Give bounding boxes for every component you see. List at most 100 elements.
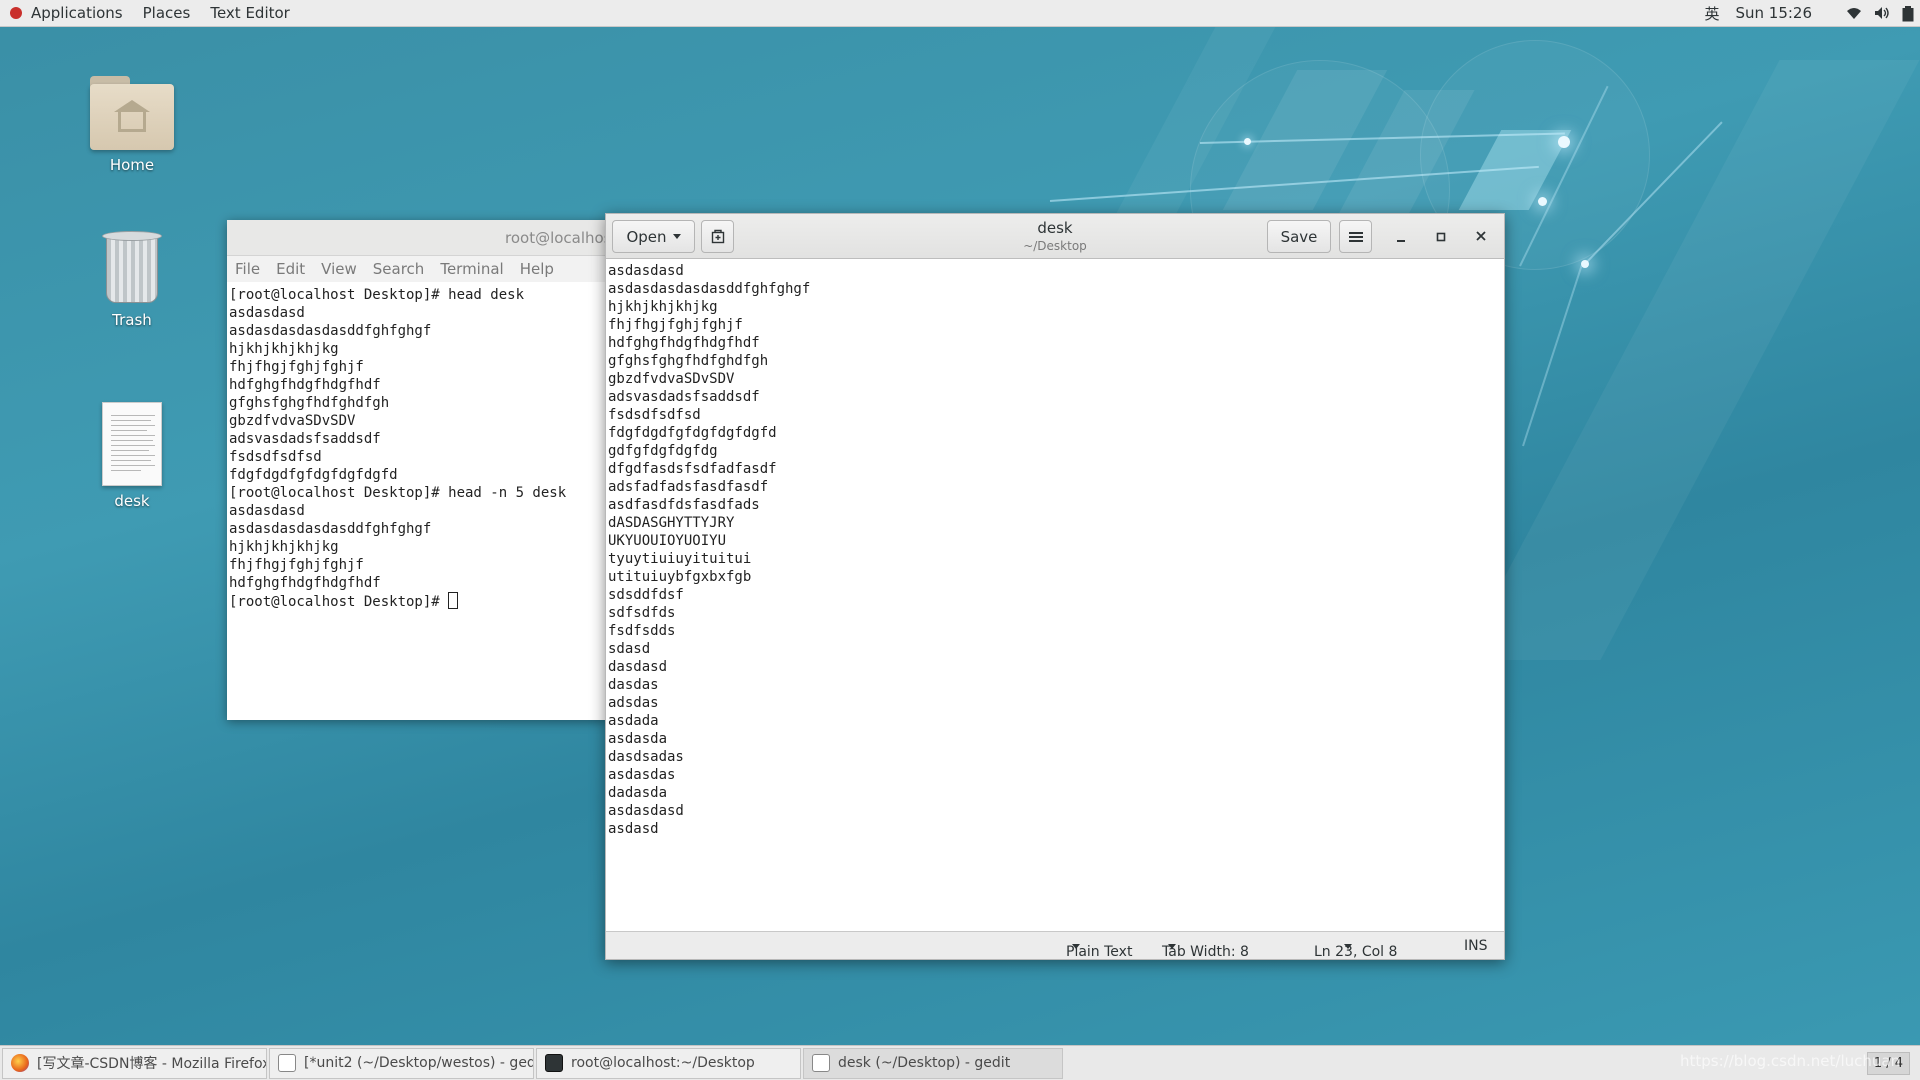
- editor-line: fdgfdgdfgfdgfdgfdgfd: [608, 425, 777, 441]
- editor-line: utituiuybfgxbxfgb: [608, 569, 752, 585]
- desktop-file-label: desk: [114, 492, 150, 510]
- terminal-menu-view[interactable]: View: [321, 260, 357, 278]
- editor-line: asdasdasd: [608, 803, 684, 819]
- terminal-line: fdgfdgdfgfdgfdgfdgfd: [229, 467, 398, 483]
- trash-icon: [100, 225, 164, 305]
- close-button[interactable]: [1469, 225, 1493, 249]
- terminal-line: [root@localhost Desktop]# head desk: [229, 287, 525, 303]
- desktop-trash-label: Trash: [112, 311, 152, 329]
- terminal-menu-edit[interactable]: Edit: [276, 260, 305, 278]
- text-editor-label: Text Editor: [210, 4, 290, 22]
- gedit-text-area[interactable]: asdasdasd asdasdasdasdasddfghfghgf hjkhj…: [606, 260, 1504, 931]
- minimize-button[interactable]: [1389, 225, 1413, 249]
- terminal-line: asdasdasdasdasddfghfghgf: [229, 521, 432, 537]
- applications-menu[interactable]: Applications: [0, 0, 133, 26]
- firefox-icon: [11, 1054, 29, 1072]
- terminal-menu-terminal[interactable]: Terminal: [440, 260, 503, 278]
- editor-line: gdfgfdgfdgfdg: [608, 443, 718, 459]
- editor-line: UKYUOUIOYUOIYU: [608, 533, 727, 549]
- gedit-statusbar: Plain Text Tab Width: 8 Ln 23, Col 8 INS: [606, 931, 1504, 960]
- terminal-window[interactable]: root@localhost File Edit View Search Ter…: [227, 220, 607, 720]
- volume-icon[interactable]: [1866, 6, 1889, 20]
- task-gedit-unit2[interactable]: [*unit2 (~/Desktop/westos) - gedit]: [269, 1047, 534, 1079]
- save-button-label: Save: [1280, 227, 1318, 246]
- task-terminal[interactable]: root@localhost:~/Desktop: [536, 1047, 801, 1079]
- editor-line: dasdsadas: [608, 749, 684, 765]
- gedit-window[interactable]: Open desk ~/Desktop Save asdasdasd asdas…: [605, 213, 1505, 960]
- chevron-down-icon: [1344, 944, 1352, 949]
- hamburger-menu-button[interactable]: [1339, 220, 1372, 253]
- insert-mode-indicator: INS: [1464, 938, 1488, 954]
- editor-line: asdada: [608, 713, 659, 729]
- terminal-line: adsvasdadsfsaddsdf: [229, 431, 381, 447]
- terminal-menu-search[interactable]: Search: [373, 260, 425, 278]
- gedit-headerbar[interactable]: Open desk ~/Desktop Save: [606, 214, 1504, 259]
- task-firefox[interactable]: [写文章-CSDN博客 - Mozilla Firefox]: [2, 1047, 267, 1079]
- clock[interactable]: Sun 15:26: [1727, 4, 1832, 22]
- terminal-line: gfghsfghgfhdfghdfgh: [229, 395, 390, 411]
- editor-line: sdsddfdsf: [608, 587, 684, 603]
- terminal-line: hjkhjkhjkhjkg: [229, 539, 339, 555]
- redhat-icon: [10, 7, 22, 19]
- applications-label: Applications: [31, 4, 123, 22]
- terminal-cursor: [448, 592, 459, 609]
- text-file-icon: [102, 402, 162, 486]
- taskbar: [写文章-CSDN博客 - Mozilla Firefox] [*unit2 (…: [0, 1045, 1920, 1080]
- terminal-icon: [545, 1054, 563, 1072]
- text-editor-menu[interactable]: Text Editor: [200, 0, 300, 26]
- editor-line: fhjfhgjfghjfghjf: [608, 317, 743, 333]
- editor-line: dasdasd: [608, 659, 668, 675]
- save-button[interactable]: Save: [1267, 220, 1331, 253]
- editor-line: dASDASGHYTTYJRY: [608, 515, 735, 531]
- task-gedit-desk[interactable]: desk (~/Desktop) - gedit: [803, 1047, 1063, 1079]
- terminal-titlebar[interactable]: root@localhost: [227, 220, 607, 256]
- watermark: https://blog.csdn.net/luchuan: [1680, 1052, 1901, 1070]
- editor-line: asdasd: [608, 821, 659, 837]
- terminal-output[interactable]: [root@localhost Desktop]# head desk asda…: [227, 282, 607, 615]
- terminal-line: fsdsdfsdfsd: [229, 449, 322, 465]
- terminal-line: asdasdasd: [229, 503, 305, 519]
- wifi-icon[interactable]: [1838, 6, 1861, 20]
- task-label: [*unit2 (~/Desktop/westos) - gedit]: [304, 1055, 534, 1071]
- terminal-line: asdasdasdasdasddfghfghgf: [229, 323, 432, 339]
- editor-line: fsdfsdds: [608, 623, 676, 639]
- desktop-trash[interactable]: Trash: [77, 225, 187, 329]
- chevron-down-icon: [1168, 944, 1176, 949]
- editor-line: gbzdfvdvaSDvSDV: [608, 371, 735, 387]
- desktop-home-label: Home: [109, 156, 155, 174]
- minimize-icon: [1397, 240, 1405, 242]
- editor-line: asdasdas: [608, 767, 676, 783]
- editor-line: asdasdasdasdasddfghfghgf: [608, 281, 811, 297]
- terminal-prompt: [root@localhost Desktop]#: [229, 594, 449, 610]
- gedit-icon: [812, 1054, 830, 1072]
- maximize-icon: [1436, 232, 1446, 242]
- editor-line: adsfadfadsfasdfasdf: [608, 479, 769, 495]
- terminal-line: hjkhjkhjkhjkg: [229, 341, 339, 357]
- places-label: Places: [142, 4, 191, 22]
- editor-line: hjkhjkhjkhjkg: [608, 299, 718, 315]
- terminal-line: hdfghgfhdgfhdgfhdf: [229, 377, 381, 393]
- terminal-line: hdfghgfhdgfhdgfhdf: [229, 575, 381, 591]
- battery-icon[interactable]: [1894, 6, 1914, 22]
- terminal-title: root@localhost: [505, 229, 607, 247]
- task-label: [写文章-CSDN博客 - Mozilla Firefox]: [37, 1056, 267, 1072]
- editor-line: asdasda: [608, 731, 668, 747]
- editor-line: asdasdasd: [608, 263, 684, 279]
- editor-line: tyuytiuiuyituitui: [608, 551, 752, 567]
- maximize-button[interactable]: [1429, 225, 1453, 249]
- editor-line: dasdas: [608, 677, 659, 693]
- task-label: root@localhost:~/Desktop: [571, 1055, 755, 1071]
- input-method-indicator[interactable]: 英: [1696, 3, 1727, 24]
- terminal-line: gbzdfvdvaSDvSDV: [229, 413, 356, 429]
- editor-line: dadasda: [608, 785, 668, 801]
- terminal-line: fhjfhgjfghjfghjf: [229, 359, 364, 375]
- editor-line: asdfasdfdsfasdfads: [608, 497, 760, 513]
- terminal-menu-file[interactable]: File: [235, 260, 260, 278]
- terminal-menu-help[interactable]: Help: [520, 260, 554, 278]
- desktop-home[interactable]: Home: [77, 72, 187, 174]
- task-label: desk (~/Desktop) - gedit: [838, 1055, 1011, 1071]
- places-menu[interactable]: Places: [133, 0, 201, 26]
- editor-line: dfgdfasdsfsdfadfasdf: [608, 461, 777, 477]
- desktop-file-desk[interactable]: desk: [77, 402, 187, 510]
- terminal-line: fhjfhgjfghjfghjf: [229, 557, 364, 573]
